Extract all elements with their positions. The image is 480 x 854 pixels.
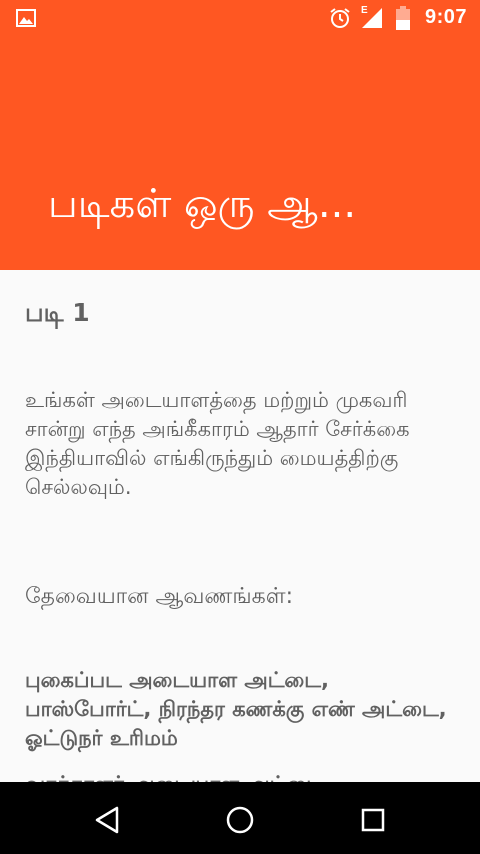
back-button[interactable] (88, 800, 128, 840)
status-bar: E 9:07 (0, 0, 480, 38)
battery-icon (396, 6, 410, 30)
content-scroll[interactable]: படி 1 உங்கள் அடையாளத்தை மற்றும் முகவரி ச… (0, 270, 480, 782)
documents-heading: தேவையான ஆவணங்கள்: (25, 584, 293, 609)
step-description: உங்கள் அடையாளத்தை மற்றும் முகவரி சான்று … (25, 388, 410, 499)
alarm-icon (330, 8, 350, 28)
page-title: படிகள் ஒரு ஆ... (48, 181, 357, 227)
back-icon (95, 806, 119, 834)
home-icon (226, 806, 254, 834)
recents-icon (361, 808, 385, 832)
home-button[interactable] (220, 800, 260, 840)
app-bar: படிகள் ஒரு ஆ... (0, 38, 480, 270)
status-time: 9:07 (424, 6, 467, 28)
partial-text-line: வாக்காளர் அடையாள அட்டை (25, 770, 455, 782)
network-type-label: E (361, 5, 368, 16)
documents-list: புகைப்பட அடையாள அட்டை, பாஸ்போர்ட், நிரந்… (25, 668, 447, 750)
navigation-bar (0, 782, 480, 854)
step-heading: படி 1 (25, 298, 90, 327)
recents-button[interactable] (353, 800, 393, 840)
image-icon (16, 9, 36, 27)
